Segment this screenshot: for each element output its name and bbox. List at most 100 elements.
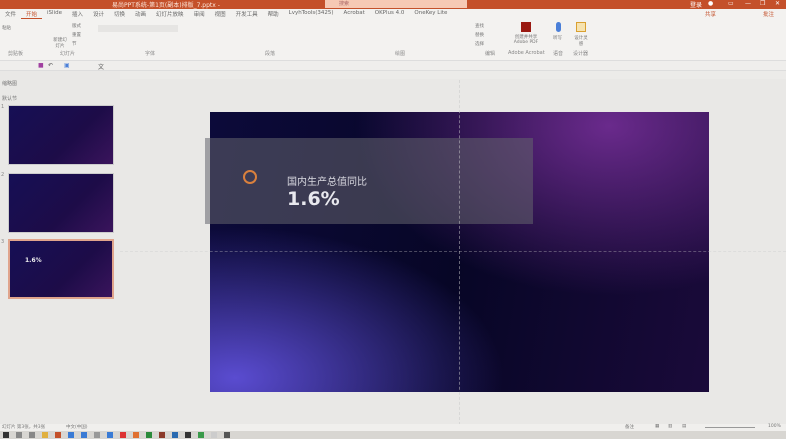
zoom-level[interactable]: 100%: [768, 424, 781, 429]
taskbar-app-icon[interactable]: [16, 432, 22, 438]
taskbar-app-icon[interactable]: [146, 432, 152, 438]
group-label: 剪贴板: [8, 51, 24, 57]
horizontal-ruler: [120, 71, 786, 79]
create-pdf-button[interactable]: 创建并共享 Adobe PDF: [508, 34, 544, 45]
group-label: 语音: [553, 51, 564, 57]
select-button[interactable]: 选择: [475, 41, 484, 47]
tab-6[interactable]: 动画: [130, 9, 151, 19]
zoom-slider[interactable]: [705, 427, 755, 428]
design-ideas-button[interactable]: 设计灵感: [574, 35, 588, 47]
group-label: 设计器: [573, 51, 589, 57]
tab-14[interactable]: OKPlus 4.0: [370, 9, 410, 19]
maximize-button[interactable]: ❐: [760, 0, 765, 7]
ribbon: 粘贴 新建幻灯片 版式 重置 节 查找 替换 选择 创建并共享 Adobe PD…: [0, 19, 786, 61]
taskbar-app-icon[interactable]: [42, 432, 48, 438]
section-button[interactable]: 节: [72, 41, 77, 47]
tab-12[interactable]: LvyhTools(3425): [284, 9, 339, 19]
tab-15[interactable]: OneKey Lite: [409, 9, 452, 19]
normal-view-icon[interactable]: ▦: [655, 424, 659, 429]
slide-thumbnail-1[interactable]: [8, 105, 114, 165]
tab-2[interactable]: iSlide: [42, 9, 67, 19]
taskbar-app-icon[interactable]: [224, 432, 230, 438]
group-label: 字体: [145, 51, 156, 57]
taskbar-app-icon[interactable]: [81, 432, 87, 438]
notes-button[interactable]: 备注: [625, 424, 634, 430]
comment-button[interactable]: 批注: [763, 10, 774, 18]
undo-icon[interactable]: ↶: [48, 62, 53, 69]
slide-value[interactable]: 1.6%: [287, 188, 340, 210]
group-label: 幻灯片: [60, 51, 76, 57]
slide-info: 幻灯片 第3张，共3张: [2, 425, 46, 430]
slide-thumbnail-2[interactable]: [8, 173, 114, 233]
microphone-icon: [556, 22, 561, 32]
tab-11[interactable]: 帮助: [263, 9, 284, 19]
share-button[interactable]: 共享: [705, 10, 716, 18]
taskbar-app-icon[interactable]: [68, 432, 74, 438]
horizontal-guide[interactable]: [120, 251, 786, 252]
minimize-button[interactable]: —: [745, 0, 751, 7]
group-label: 编辑: [485, 51, 496, 57]
paste-button[interactable]: 粘贴: [2, 25, 11, 31]
taskbar-app-icon[interactable]: [120, 432, 126, 438]
taskbar-app-icon[interactable]: [133, 432, 139, 438]
avatar[interactable]: ●: [708, 0, 713, 7]
group-label: Adobe Acrobat: [508, 50, 545, 56]
sorter-view-icon[interactable]: ▥: [668, 424, 672, 429]
taskbar-app-icon[interactable]: [159, 432, 165, 438]
taskbar-app-icon[interactable]: [211, 432, 217, 438]
tab-10[interactable]: 开发工具: [231, 9, 263, 19]
dictate-button[interactable]: 听写: [553, 35, 562, 41]
find-button[interactable]: 查找: [475, 23, 484, 29]
taskbar-app-icon[interactable]: [185, 432, 191, 438]
slideshow-icon[interactable]: ▣: [64, 62, 70, 69]
taskbar-app-icon[interactable]: [3, 432, 9, 438]
status-bar: 幻灯片 第3张，共3张 中文(中国) 备注 ▦ ▥ ▤ 100%: [0, 424, 786, 431]
tab-8[interactable]: 审阅: [189, 9, 210, 19]
tab-7[interactable]: 幻灯片放映: [151, 9, 189, 19]
reading-view-icon[interactable]: ▤: [682, 424, 686, 429]
font-name-select[interactable]: [98, 25, 178, 32]
thumbnail-number: 1: [1, 104, 5, 110]
tab-3[interactable]: 插入: [67, 9, 88, 19]
tab-13[interactable]: Acrobat: [339, 9, 370, 19]
thumbnail-number: 2: [1, 172, 5, 178]
new-slide-button[interactable]: 新建幻灯片: [52, 37, 68, 49]
taskbar-app-icon[interactable]: [107, 432, 113, 438]
search-input[interactable]: 搜索: [325, 0, 467, 8]
slide-label[interactable]: 国内生产总值同比: [287, 173, 367, 188]
section-header[interactable]: 默认节: [2, 95, 17, 102]
tab-0[interactable]: 文件: [0, 9, 21, 19]
title-bar: 易尚PPT系统-第1页(副本)排版_7.pptx - 搜索 登录 ● ▭ — ❐…: [0, 0, 786, 9]
ribbon-tabs: 文件 开始 iSlide 插入 设计 切换 动画 幻灯片放映 审阅 视图 开发工具 帮助 LvyhToo…: [0, 9, 786, 19]
taskbar-app-icon[interactable]: [94, 432, 100, 438]
slide-thumbnail-3[interactable]: 1.6%: [8, 239, 114, 299]
close-button[interactable]: ✕: [775, 0, 780, 7]
click-cursor-icon: [243, 170, 257, 184]
quick-access-toolbar: ■ ↶ ▣ 文: [0, 61, 786, 71]
group-label: 绘图: [395, 51, 406, 57]
tab-9[interactable]: 视图: [210, 9, 231, 19]
acrobat-pdf-icon: [521, 22, 531, 32]
user-login[interactable]: 登录: [690, 0, 702, 9]
language: 中文(中国): [66, 425, 88, 430]
translate-icon[interactable]: 文: [98, 62, 104, 71]
taskbar-app-icon[interactable]: [55, 432, 61, 438]
tab-4[interactable]: 设计: [88, 9, 109, 19]
taskbar-app-icon[interactable]: [172, 432, 178, 438]
vertical-guide[interactable]: [459, 80, 460, 425]
tab-1[interactable]: 开始: [21, 9, 43, 19]
design-ideas-icon: [576, 22, 586, 32]
ribbon-display-icon[interactable]: ▭: [728, 0, 734, 7]
window-title: 易尚PPT系统-第1页(副本)排版_7.pptx -: [112, 2, 220, 9]
save-icon[interactable]: ■: [38, 62, 44, 69]
taskbar-app-icon[interactable]: [29, 432, 35, 438]
layout-button[interactable]: 版式: [72, 23, 81, 29]
reset-button[interactable]: 重置: [72, 32, 81, 38]
tab-5[interactable]: 切换: [109, 9, 130, 19]
panel-header-thumbnails[interactable]: 缩略图: [2, 80, 17, 87]
taskbar: [0, 431, 786, 439]
taskbar-app-icon[interactable]: [198, 432, 204, 438]
replace-button[interactable]: 替换: [475, 32, 484, 38]
thumbnail-number: 3: [1, 239, 5, 245]
group-label: 段落: [265, 51, 276, 57]
